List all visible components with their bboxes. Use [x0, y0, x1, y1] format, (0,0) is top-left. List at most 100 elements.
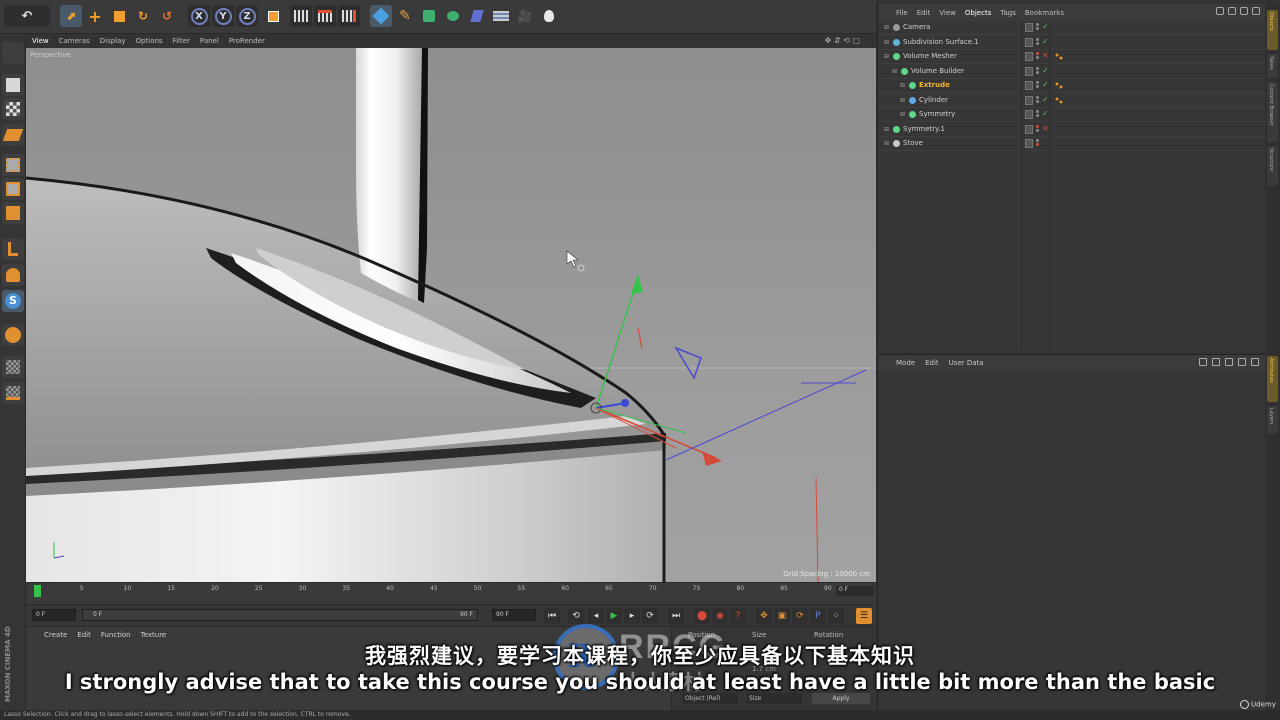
parameter-key-icon[interactable]: P: [810, 608, 826, 624]
tab-takes[interactable]: Takes: [1267, 54, 1278, 78]
expand-icon[interactable]: ⊞: [892, 68, 897, 75]
object-name[interactable]: Extrude: [919, 81, 950, 89]
x-axis-icon[interactable]: X: [188, 5, 210, 27]
layer-swatch[interactable]: [1025, 23, 1033, 32]
menu-panel[interactable]: Panel: [200, 37, 219, 45]
am-menu-edit[interactable]: Edit: [925, 359, 939, 367]
layer-swatch[interactable]: [1025, 124, 1033, 134]
enabled-check-icon[interactable]: ✓: [1042, 109, 1049, 118]
visibility-dots[interactable]: [1036, 95, 1041, 106]
search-icon[interactable]: [1216, 7, 1224, 15]
tag-icon[interactable]: [1055, 53, 1064, 60]
expand-icon[interactable]: ⊞: [900, 111, 905, 118]
up-arrow-icon[interactable]: [1212, 358, 1220, 366]
material-menu-texture[interactable]: Texture: [141, 631, 167, 639]
texture-mode-icon[interactable]: [2, 98, 24, 120]
tag-icon[interactable]: [1055, 82, 1064, 89]
visibility-dots[interactable]: [1036, 37, 1041, 48]
object-row[interactable]: ⊞ Symmetry.1 ✕: [878, 123, 1266, 137]
light-icon[interactable]: [538, 5, 560, 27]
visibility-dots[interactable]: [1036, 138, 1041, 149]
expand-icon[interactable]: ⊞: [884, 24, 889, 31]
viewport-3d[interactable]: Perspective Grid Spacing : 10000 cm: [26, 48, 876, 582]
pen-icon[interactable]: ✎: [394, 5, 416, 27]
tab-objects[interactable]: Objects: [1267, 10, 1278, 50]
locked-workplane-icon[interactable]: [2, 324, 24, 346]
material-menu-create[interactable]: Create: [44, 631, 67, 639]
deformer-icon[interactable]: [466, 5, 488, 27]
coord-size-mode-select[interactable]: Size: [746, 693, 802, 704]
object-row[interactable]: ⊞ Volume Builder ✓: [878, 65, 1266, 79]
move-icon[interactable]: +: [84, 5, 106, 27]
polygons-mode-icon[interactable]: [2, 202, 24, 224]
layer-swatch[interactable]: [1025, 95, 1033, 105]
enabled-check-icon[interactable]: ✓: [1042, 95, 1049, 104]
point-level-icon[interactable]: ⁘: [828, 608, 844, 624]
layer-swatch[interactable]: [1025, 66, 1033, 76]
start-frame-field[interactable]: 0 F: [32, 609, 76, 621]
make-editable-icon[interactable]: [2, 42, 24, 64]
render-view-icon[interactable]: [290, 5, 312, 27]
new-window-icon[interactable]: [1252, 7, 1260, 15]
expand-icon[interactable]: ⊞: [884, 39, 889, 46]
tab-attributes[interactable]: Attributes: [1267, 356, 1278, 402]
object-row[interactable]: ⊞ Camera ✓: [878, 21, 1266, 35]
enabled-check-icon[interactable]: ✓: [1042, 80, 1049, 89]
timeline-ruler[interactable]: 051015202530354045505560657075808590 0 F: [26, 582, 876, 604]
visibility-dots[interactable]: [1036, 66, 1041, 77]
scale-icon[interactable]: [108, 5, 130, 27]
snapping-icon[interactable]: S: [2, 290, 24, 312]
range-slider[interactable]: 0 F 90 F: [82, 609, 478, 621]
timeline-playhead[interactable]: [34, 585, 41, 597]
object-name[interactable]: Cylinder: [919, 96, 948, 104]
apply-button[interactable]: Apply: [812, 693, 870, 704]
object-name[interactable]: Symmetry: [919, 110, 955, 118]
menu-options[interactable]: Options: [136, 37, 163, 45]
coordinate-system-icon[interactable]: [262, 5, 284, 27]
am-menu-mode[interactable]: Mode: [896, 359, 915, 367]
expand-icon[interactable]: ⊞: [884, 53, 889, 60]
undo-icon[interactable]: ↶: [4, 5, 50, 27]
cube-icon[interactable]: [370, 5, 392, 27]
z-axis-icon[interactable]: Z: [236, 5, 258, 27]
expand-icon[interactable]: ⊞: [884, 126, 889, 133]
object-row[interactable]: ⊞ Subdivision Surface.1 ✓: [878, 36, 1266, 50]
object-name[interactable]: Symmetry.1: [903, 125, 945, 133]
points-mode-icon[interactable]: [2, 154, 24, 176]
back-arrow-icon[interactable]: [1199, 358, 1207, 366]
tab-structure[interactable]: Structure: [1267, 146, 1278, 186]
new-window-icon[interactable]: [1251, 358, 1259, 366]
tab-layers[interactable]: Layers: [1267, 406, 1278, 434]
object-row[interactable]: ⊞ Stove: [878, 137, 1266, 151]
visibility-dots[interactable]: [1036, 80, 1041, 91]
object-row[interactable]: ⊞ Cylinder ✓: [878, 94, 1266, 108]
model-mode-icon[interactable]: [2, 74, 24, 96]
rotate-icon[interactable]: ↻: [132, 5, 154, 27]
visibility-dots[interactable]: [1036, 124, 1041, 135]
visibility-dots[interactable]: [1036, 109, 1041, 120]
visibility-dots[interactable]: [1036, 22, 1041, 33]
om-menu-bookmarks[interactable]: Bookmarks: [1025, 9, 1064, 17]
edges-mode-icon[interactable]: [2, 178, 24, 200]
object-name[interactable]: Volume Builder: [911, 67, 964, 75]
enabled-check-icon[interactable]: ✓: [1042, 22, 1049, 31]
lock-icon[interactable]: [1238, 358, 1246, 366]
object-name[interactable]: Subdivision Surface.1: [903, 38, 979, 46]
om-menu-objects[interactable]: Objects: [965, 9, 991, 17]
subdivision-icon[interactable]: [418, 5, 440, 27]
tweak-mode-icon[interactable]: [2, 264, 24, 286]
lock-icon[interactable]: [1240, 7, 1248, 15]
recent-tools-icon[interactable]: ↺: [156, 5, 178, 27]
layer-swatch[interactable]: [1025, 139, 1033, 148]
search-icon[interactable]: [1225, 358, 1233, 366]
end-frame-field[interactable]: 90 F: [492, 609, 536, 621]
material-menu-function[interactable]: Function: [101, 631, 131, 639]
enabled-check-icon[interactable]: ✓: [1042, 66, 1049, 75]
planar-workplane-icon[interactable]: [2, 356, 24, 378]
object-row[interactable]: ⊞ Volume Mesher ✕: [878, 50, 1266, 64]
layer-swatch[interactable]: [1025, 52, 1033, 61]
layer-swatch[interactable]: [1025, 81, 1033, 90]
om-menu-tags[interactable]: Tags: [1000, 9, 1016, 17]
object-name[interactable]: Camera: [903, 23, 930, 31]
tag-icon[interactable]: [1055, 97, 1064, 104]
